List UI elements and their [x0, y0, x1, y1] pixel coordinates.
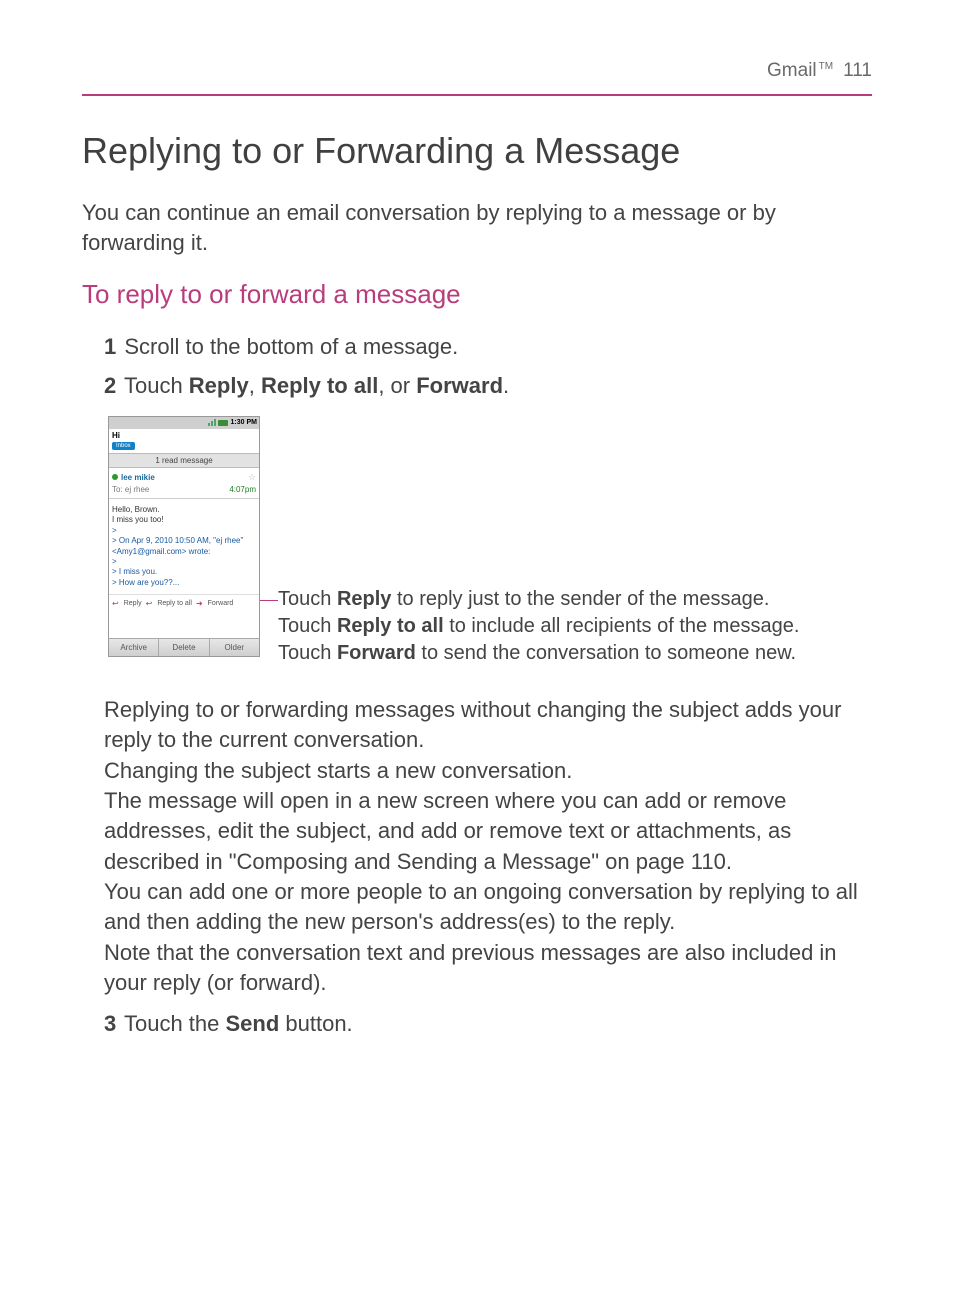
status-time: 1:30 PM: [231, 419, 257, 426]
star-icon: ☆: [248, 472, 256, 483]
archive-button: Archive: [109, 639, 159, 656]
reply-all-label: Reply to all: [157, 600, 192, 607]
sender-name-wrap: lee mikie: [112, 473, 155, 482]
t: to send the conversation to someone new.: [416, 642, 796, 664]
body-paragraph-3: The message will open in a new screen wh…: [104, 786, 872, 877]
t: to reply just to the sender of the messa…: [391, 588, 769, 610]
step-number: 1: [104, 334, 116, 359]
t: Touch: [278, 588, 337, 610]
body-paragraph-1: Replying to or forwarding messages witho…: [104, 695, 872, 756]
body-line: Hello, Brown.: [112, 505, 256, 515]
step-bold-reply: Reply: [189, 373, 249, 398]
quote-line: <Amy1@gmail.com> wrote:: [112, 547, 256, 557]
callout-text: Touch Reply to reply just to the sender …: [278, 586, 799, 667]
presence-dot-icon: [112, 474, 118, 480]
page-number: 111: [843, 60, 872, 82]
step-text-post: .: [503, 373, 509, 398]
to-label: To: ej rhee: [112, 485, 149, 494]
phone-screenshot: 1:30 PM Hi Inbox 1 read message lee miki…: [108, 416, 260, 657]
body-line: I miss you too!: [112, 515, 256, 525]
status-bar: 1:30 PM: [109, 417, 259, 429]
step-1: 1 Scroll to the bottom of a message.: [104, 332, 872, 363]
step-text: Scroll to the bottom of a message.: [124, 334, 458, 359]
sep: ,: [249, 373, 261, 398]
read-bar: 1 read message: [109, 453, 259, 468]
trademark-tm: TM: [819, 61, 833, 72]
callout-line-1: Touch Reply to reply just to the sender …: [278, 586, 799, 613]
callout-line-2: Touch Reply to all to include all recipi…: [278, 613, 799, 640]
step-number: 3: [104, 1011, 116, 1036]
reply-label: Reply: [124, 600, 142, 607]
body-paragraph-5: Note that the conversation text and prev…: [104, 938, 872, 999]
quote-gt: >: [112, 557, 256, 567]
bottom-buttons: Archive Delete Older: [109, 638, 259, 656]
intro-paragraph: You can continue an email conversation b…: [82, 198, 872, 257]
t: to include all recipients of the message…: [444, 615, 800, 637]
reply-row: ↩ Reply ↩ Reply to all ➜ Forward: [109, 594, 259, 612]
inbox-label: Inbox: [112, 442, 135, 450]
header-section: Gmail: [767, 60, 817, 82]
callout-line-icon: [260, 600, 278, 601]
sender-row: lee mikie ☆: [109, 468, 259, 485]
sep: , or: [378, 373, 416, 398]
callout-connector: [260, 416, 278, 612]
step-2: 2 Touch Reply, Reply to all, or Forward.: [104, 371, 872, 402]
callout-bold-reply: Reply: [337, 588, 391, 610]
callout-bold-replyall: Reply to all: [337, 615, 444, 637]
step-bold-forward: Forward: [416, 373, 503, 398]
step-text-post: button.: [279, 1011, 352, 1036]
body-paragraph-4: You can add one or more people to an ong…: [104, 877, 872, 938]
delete-button: Delete: [159, 639, 209, 656]
quote-gt: >: [112, 526, 256, 536]
step-text-pre: Touch: [124, 373, 189, 398]
quote-line: > How are you??...: [112, 578, 256, 588]
page-title: Replying to or Forwarding a Message: [82, 130, 872, 172]
sender-name: lee mikie: [121, 473, 155, 482]
callout-line-3: Touch Forward to send the conversation t…: [278, 640, 799, 667]
step-bold-replyall: Reply to all: [261, 373, 378, 398]
email-body: Hello, Brown. I miss you too! > > On Apr…: [109, 499, 259, 594]
reply-arrow-icon: ↩: [112, 599, 119, 608]
forward-arrow-icon: ➜: [196, 599, 203, 608]
to-row: To: ej rhee 4:07pm: [109, 485, 259, 499]
forward-label: Forward: [208, 600, 234, 607]
step-bold-send: Send: [225, 1011, 279, 1036]
callout-bold-forward: Forward: [337, 642, 416, 664]
message-time: 4:07pm: [229, 485, 256, 494]
t: Touch: [278, 615, 337, 637]
reply-all-arrow-icon: ↩: [146, 599, 153, 608]
step-3: 3 Touch the Send button.: [104, 1009, 872, 1040]
step-number: 2: [104, 373, 116, 398]
t: Touch: [278, 642, 337, 664]
battery-icon: [218, 420, 228, 426]
step-text-pre: Touch the: [124, 1011, 226, 1036]
older-button: Older: [210, 639, 259, 656]
page-header: Gmail TM 111: [82, 60, 872, 96]
section-subhead: To reply to or forward a message: [82, 279, 872, 310]
quote-line: > I miss you.: [112, 567, 256, 577]
quote-line: > On Apr 9, 2010 10:50 AM, "ej rhee": [112, 536, 256, 546]
email-subject: Hi: [109, 429, 259, 440]
body-paragraph-2: Changing the subject starts a new conver…: [104, 756, 872, 786]
figure-row: 1:30 PM Hi Inbox 1 read message lee miki…: [108, 416, 872, 667]
signal-icon: [208, 419, 216, 426]
